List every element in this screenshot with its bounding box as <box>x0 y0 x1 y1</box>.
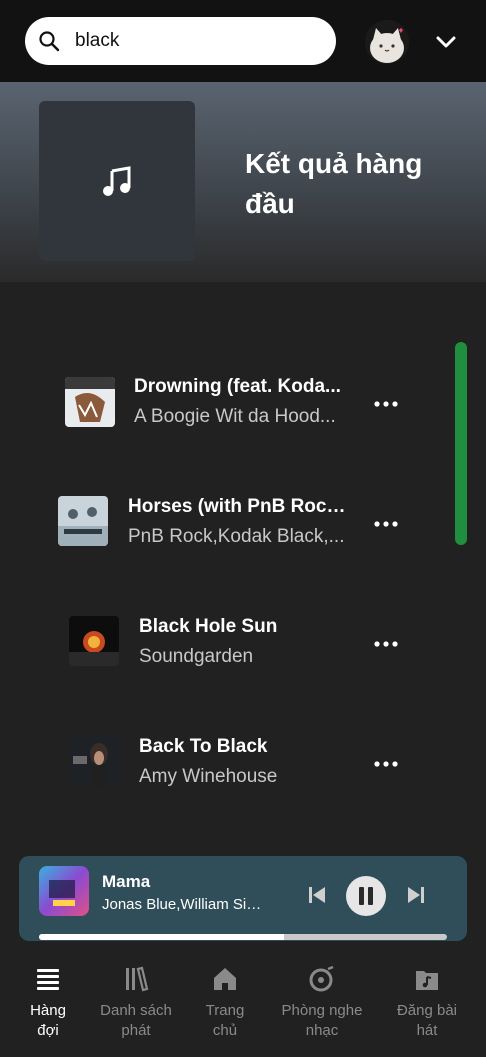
track-title: Back To Black <box>139 736 268 757</box>
top-bar <box>0 0 486 82</box>
chevron-down-icon[interactable] <box>432 28 460 56</box>
album-art <box>58 496 108 546</box>
nav-label: Đăng bài hát <box>396 1002 458 1039</box>
more-options-icon[interactable] <box>374 399 398 409</box>
nav-item-upload-song[interactable]: Đăng bài hát <box>390 955 464 1041</box>
track-title: Horses (with PnB Rock... <box>128 496 352 517</box>
bottom-nav: Hàng đợi Danh sách phát Trang chủ Phòng … <box>0 955 486 1057</box>
now-playing-artist: Jonas Blue,William Sin... <box>102 896 262 913</box>
now-playing-title: Mama <box>102 872 151 891</box>
track-artist: Soundgarden <box>139 646 254 667</box>
track-artist: PnB Rock,Kodak Black,... <box>128 526 345 547</box>
queue-icon <box>37 969 59 990</box>
track-artist: Amy Winehouse <box>139 766 278 787</box>
top-result-header: Kết quả hàng đầu <box>0 82 486 282</box>
progress-bar[interactable] <box>39 934 447 940</box>
nav-item-playlists[interactable]: Danh sách phát <box>96 955 176 1041</box>
track-row[interactable]: Black Hole Sun Soundgarden <box>0 602 450 682</box>
more-options-icon[interactable] <box>374 519 398 529</box>
track-title: Black Hole Sun <box>139 616 278 637</box>
nav-label: Hàng đợi <box>30 1002 66 1039</box>
nav-item-listening-room[interactable]: Phòng nghe nhạc <box>276 955 368 1041</box>
nav-label: Trang chủ <box>205 1002 245 1039</box>
now-playing-artwork <box>39 866 89 916</box>
track-list: Drowning (feat. Koda... A Boogie Wit da … <box>0 282 486 842</box>
pause-icon <box>359 887 373 905</box>
track-row[interactable]: Drowning (feat. Koda... A Boogie Wit da … <box>0 362 450 442</box>
nav-label: Phòng nghe nhạc <box>281 1002 363 1039</box>
album-art <box>69 736 119 786</box>
page-title: Kết quả hàng đầu <box>245 148 423 219</box>
avatar[interactable] <box>365 20 409 64</box>
track-title: Drowning (feat. Koda... <box>134 376 341 397</box>
listening-room-icon <box>309 965 334 992</box>
track-row[interactable]: Back To Black Amy Winehouse <box>0 722 450 802</box>
more-options-icon[interactable] <box>374 759 398 769</box>
album-art <box>65 377 115 427</box>
progress-fill <box>39 934 284 940</box>
search-icon <box>39 31 60 52</box>
now-playing-bar[interactable]: Mama Jonas Blue,William Sin... <box>19 856 467 941</box>
nav-item-queue[interactable]: Hàng đợi <box>22 955 74 1041</box>
album-art <box>69 616 119 666</box>
more-options-icon[interactable] <box>374 639 398 649</box>
nav-label: Danh sách phát <box>100 1002 172 1039</box>
library-icon <box>126 966 149 992</box>
scrollbar-thumb[interactable] <box>455 342 467 545</box>
home-icon <box>214 968 236 990</box>
top-result-artwork <box>39 101 195 261</box>
cat-avatar-icon <box>365 20 409 64</box>
upload-song-icon <box>416 971 438 990</box>
track-row[interactable]: Horses (with PnB Rock... PnB Rock,Kodak … <box>0 482 450 562</box>
music-note-icon <box>103 166 131 196</box>
next-track-icon[interactable] <box>405 884 427 906</box>
pause-button[interactable] <box>346 876 386 916</box>
search-box[interactable] <box>25 17 336 65</box>
previous-track-icon[interactable] <box>306 884 328 906</box>
nav-item-home[interactable]: Trang chủ <box>196 955 254 1041</box>
track-artist: A Boogie Wit da Hood... <box>134 406 336 427</box>
search-input[interactable] <box>75 27 325 55</box>
